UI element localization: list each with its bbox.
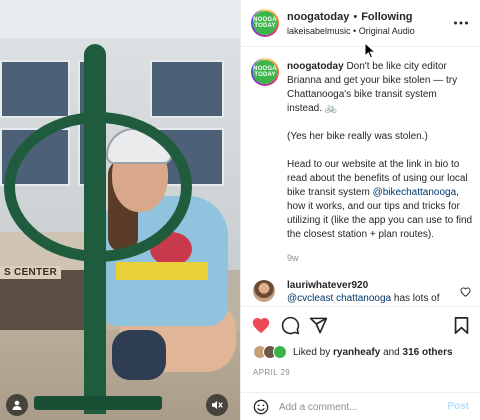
comment-mention[interactable]: @cvcleast: [287, 293, 333, 304]
comment-like-icon[interactable]: [460, 284, 471, 302]
noogatoday-logo: NOOGA TODAY: [253, 11, 277, 35]
caption-section: NOOGA TODAY noogatoday Don't be like cit…: [241, 48, 480, 274]
more-horizontal-icon[interactable]: [453, 14, 469, 29]
post-details-panel: NOOGA TODAY noogatoday • Following lakeisa…: [240, 0, 480, 420]
bookmark-icon[interactable]: [453, 316, 470, 340]
bike-rack-base: [34, 396, 162, 410]
muted-speaker-icon[interactable]: [206, 394, 228, 416]
action-bar: [241, 306, 480, 344]
add-comment-input[interactable]: [279, 399, 429, 415]
building-window: [0, 60, 70, 118]
post-media-video[interactable]: S CENTER: [0, 0, 240, 420]
heart-filled-icon[interactable]: [251, 316, 271, 339]
liked-by-label: Liked by: [293, 347, 331, 358]
building-window: [150, 60, 224, 118]
add-comment-bar: Post: [241, 392, 480, 420]
emoji-icon[interactable]: [253, 399, 269, 420]
bike-rack-post: [84, 44, 106, 414]
commenter-avatar[interactable]: [253, 280, 275, 302]
mouse-cursor-icon: [364, 41, 377, 64]
separator-dot: •: [353, 11, 358, 23]
liker-username[interactable]: ryanheafy: [333, 347, 380, 358]
likes-count[interactable]: 316 others: [403, 347, 453, 358]
separator-dot: •: [353, 26, 357, 36]
comment-icon[interactable]: [281, 316, 300, 340]
jersey-stripe: [116, 262, 208, 280]
commenter-username[interactable]: lauriwhatever920: [287, 280, 368, 291]
caption-author-avatar[interactable]: NOOGA TODAY: [251, 58, 279, 86]
post-age: 9w: [287, 253, 299, 263]
likes-text: Liked by ryanheafy and 316 others: [293, 347, 453, 358]
post-header: NOOGA TODAY noogatoday • Following lakeisa…: [241, 0, 480, 47]
likes-summary: Liked by ryanheafy and 316 others: [241, 344, 480, 364]
author-username[interactable]: noogatoday: [287, 11, 349, 23]
caption-username[interactable]: noogatoday: [287, 61, 344, 72]
comment-mention[interactable]: chattanooga: [336, 293, 391, 304]
header-user-line: noogatoday • Following: [287, 11, 413, 23]
storefront-sign: S CENTER: [0, 266, 61, 279]
post-date: APRIL 29: [253, 368, 291, 377]
post-comment-button[interactable]: Post: [447, 401, 469, 412]
share-icon[interactable]: [309, 316, 328, 340]
bikechattanooga-mention[interactable]: @bikechattanooga: [373, 187, 457, 198]
author-avatar[interactable]: NOOGA TODAY: [251, 9, 279, 37]
comment-text: @cvcleast chattanooga has lots of: [287, 293, 440, 304]
person-shorts: [112, 330, 166, 380]
audio-link[interactable]: Original Audio: [359, 26, 415, 36]
following-button[interactable]: Following: [361, 11, 412, 23]
comment-body: has lots of: [393, 293, 440, 304]
audio-line: lakeisabelmusic • Original Audio: [287, 26, 415, 36]
building-facade: [0, 0, 240, 38]
caption-text: noogatoday Don't be like city editor Bri…: [287, 60, 473, 256]
user-tag-icon[interactable]: [6, 394, 28, 416]
audio-owner-link[interactable]: lakeisabelmusic: [287, 26, 351, 36]
noogatoday-logo: NOOGA TODAY: [253, 60, 277, 84]
caption-paragraph-2: (Yes her bike really was stolen.): [287, 131, 428, 142]
liker-avatar[interactable]: [273, 345, 287, 359]
comment-item: lauriwhatever920 @cvcleast chattanooga h…: [241, 278, 480, 306]
likes-conj: and: [383, 347, 400, 358]
